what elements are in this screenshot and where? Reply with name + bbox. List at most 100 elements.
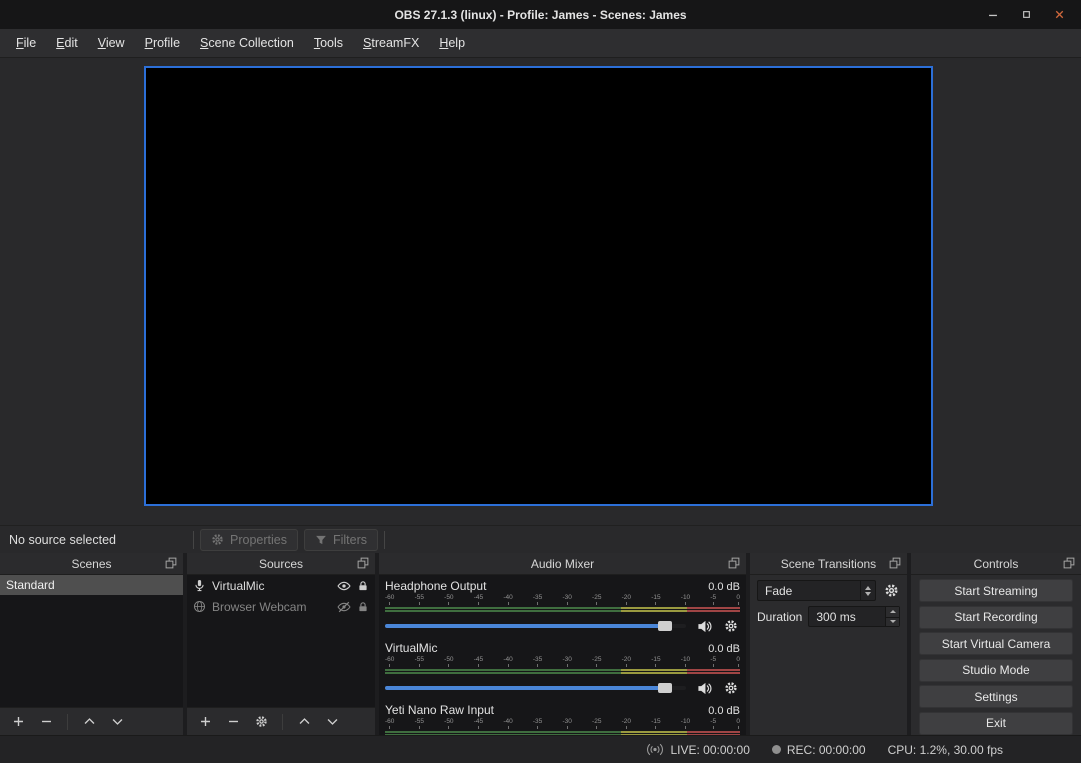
scene-transitions-dock-title: Scene Transitions (781, 557, 876, 571)
sources-dock: Sources VirtualMic Browser Webcam (187, 553, 375, 735)
volume-meter (385, 607, 740, 612)
visibility-eye-icon[interactable] (337, 579, 351, 593)
titlebar: OBS 27.1.3 (linux) - Profile: James - Sc… (0, 0, 1081, 29)
menu-help[interactable]: Help (429, 29, 475, 57)
filters-label: Filters (333, 533, 367, 547)
preview-canvas[interactable] (144, 66, 933, 506)
menu-edit[interactable]: Edit (46, 29, 88, 57)
volume-slider-handle[interactable] (658, 683, 672, 693)
controls-dock-title: Controls (974, 557, 1019, 571)
add-scene-button[interactable] (6, 711, 30, 733)
start-streaming-button[interactable]: Start Streaming (919, 579, 1073, 602)
maximize-button[interactable] (1016, 5, 1036, 25)
mixer-channel-yeti-nano: Yeti Nano Raw Input 0.0 dB -60-55-50-45-… (385, 703, 740, 735)
tick-label: -10 (681, 595, 690, 606)
tick-label: -15 (651, 719, 660, 730)
popout-icon[interactable] (728, 557, 740, 569)
filters-button[interactable]: Filters (304, 529, 378, 551)
record-dot-icon (772, 745, 781, 754)
volume-slider[interactable] (385, 686, 686, 690)
source-item-browser-webcam[interactable]: Browser Webcam (187, 596, 375, 617)
studio-mode-button[interactable]: Studio Mode (919, 659, 1073, 682)
settings-button[interactable]: Settings (919, 685, 1073, 708)
db-ruler: -60-55-50-45-40-35-30-25-20-15-10-50 (385, 595, 740, 606)
channel-name: VirtualMic (385, 641, 437, 655)
controls-dock: Controls Start Streaming Start Recording… (911, 553, 1081, 735)
docks-row: Scenes Standard Sources VirtualMic (0, 553, 1081, 735)
scenes-toolbar (0, 707, 183, 735)
volume-slider[interactable] (385, 624, 686, 628)
sources-list[interactable]: VirtualMic Browser Webcam (187, 575, 375, 707)
audio-mixer-dock-title: Audio Mixer (531, 557, 594, 571)
tick-label: -20 (622, 719, 631, 730)
toolbar-separator (67, 714, 68, 730)
tick-label: -35 (533, 595, 542, 606)
filter-icon (315, 534, 327, 546)
duration-label: Duration (757, 610, 802, 624)
add-source-button[interactable] (193, 711, 217, 733)
duration-increase-button[interactable] (886, 607, 899, 617)
source-item-virtualmic[interactable]: VirtualMic (187, 575, 375, 596)
scene-move-down-button[interactable] (105, 711, 129, 733)
channel-gear-button[interactable] (722, 617, 740, 635)
scene-move-up-button[interactable] (77, 711, 101, 733)
tick-label: -20 (622, 657, 631, 668)
scene-item-standard[interactable]: Standard (0, 575, 183, 595)
preview-area (0, 58, 1081, 525)
volume-slider-handle[interactable] (658, 621, 672, 631)
channel-name: Headphone Output (385, 579, 486, 593)
tick-label: -30 (562, 595, 571, 606)
remove-scene-button[interactable] (34, 711, 58, 733)
tick-label: -60 (385, 657, 394, 668)
tick-label: -35 (533, 657, 542, 668)
duration-spinbox[interactable]: 300 ms (808, 606, 900, 627)
remove-source-button[interactable] (221, 711, 245, 733)
duration-decrease-button[interactable] (886, 617, 899, 627)
start-recording-button[interactable]: Start Recording (919, 606, 1073, 629)
menu-scene-collection[interactable]: Scene Collection (190, 29, 304, 57)
popout-icon[interactable] (1063, 557, 1075, 569)
channel-name: Yeti Nano Raw Input (385, 703, 494, 717)
source-move-down-button[interactable] (320, 711, 344, 733)
source-properties-gear-button[interactable] (249, 711, 273, 733)
rec-status-group: REC: 00:00:00 (772, 743, 866, 757)
scene-name: Standard (6, 578, 55, 592)
minimize-button[interactable] (983, 5, 1003, 25)
status-bar: LIVE: 00:00:00 REC: 00:00:00 CPU: 1.2%, … (0, 735, 1081, 763)
audio-mixer-dock-header: Audio Mixer (379, 553, 746, 575)
tick-label: -40 (503, 595, 512, 606)
menu-streamfx[interactable]: StreamFX (353, 29, 429, 57)
visibility-eye-slash-icon[interactable] (337, 600, 351, 614)
channel-level: 0.0 dB (708, 705, 740, 717)
close-button[interactable] (1049, 5, 1069, 25)
mute-speaker-button[interactable] (695, 617, 713, 635)
lock-icon[interactable] (357, 580, 369, 592)
popout-icon[interactable] (889, 557, 901, 569)
properties-button[interactable]: Properties (200, 529, 298, 551)
scenes-list[interactable]: Standard (0, 575, 183, 707)
tick-label: -60 (385, 595, 394, 606)
toolbar-separator (193, 531, 194, 549)
channel-gear-button[interactable] (722, 679, 740, 697)
source-toolbar: No source selected Properties Filters (0, 525, 1081, 553)
scene-transitions-body: Fade Duration 300 ms (750, 575, 907, 632)
mute-speaker-button[interactable] (695, 679, 713, 697)
tick-label: -45 (474, 719, 483, 730)
tick-label: -55 (415, 719, 424, 730)
popout-icon[interactable] (165, 557, 177, 569)
menu-profile[interactable]: Profile (135, 29, 190, 57)
tick-label: -25 (592, 657, 601, 668)
transition-gear-button[interactable] (882, 582, 900, 600)
start-virtual-camera-button[interactable]: Start Virtual Camera (919, 632, 1073, 655)
exit-button[interactable]: Exit (919, 712, 1073, 735)
transition-combobox[interactable]: Fade (757, 580, 876, 601)
popout-icon[interactable] (357, 557, 369, 569)
source-move-up-button[interactable] (292, 711, 316, 733)
menu-tools[interactable]: Tools (304, 29, 353, 57)
tick-label: -30 (562, 657, 571, 668)
menu-file[interactable]: File (6, 29, 46, 57)
menu-view[interactable]: View (88, 29, 135, 57)
combo-spinner-icon[interactable] (860, 581, 875, 600)
lock-icon[interactable] (357, 601, 369, 613)
tick-label: -50 (444, 719, 453, 730)
